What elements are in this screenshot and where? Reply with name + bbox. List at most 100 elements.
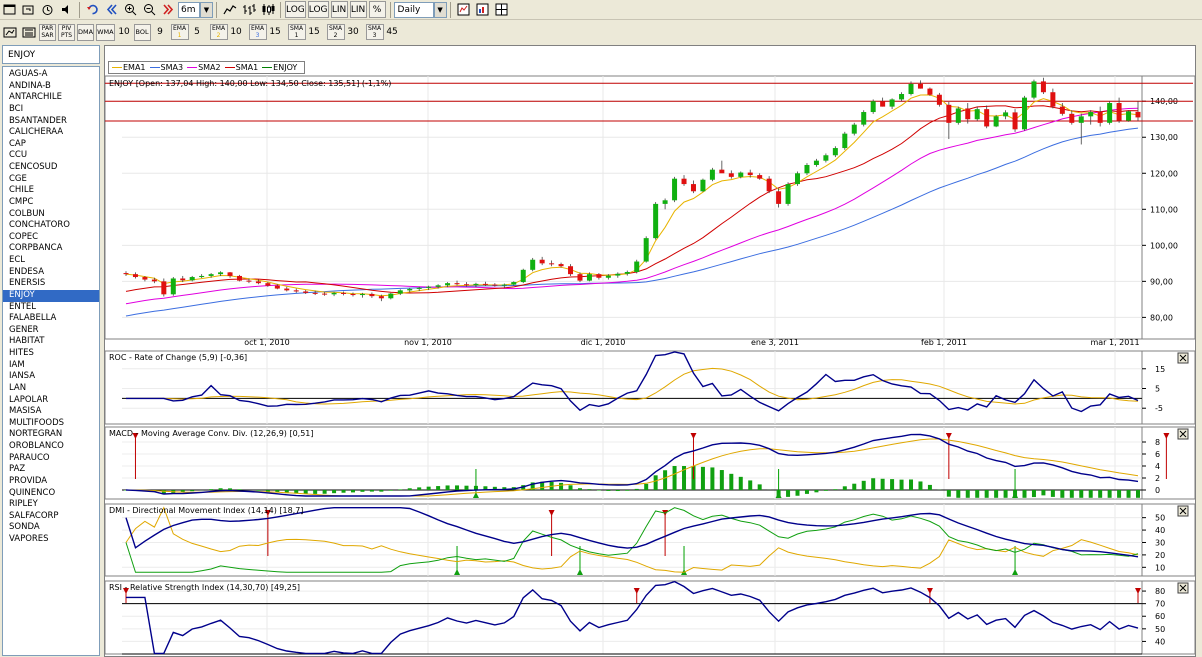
- symbol-item[interactable]: ENTEL: [3, 302, 99, 314]
- symbol-item[interactable]: NORTEGRAN: [3, 429, 99, 441]
- symbol-item[interactable]: CHILE: [3, 185, 99, 197]
- symbol-item[interactable]: MASISA: [3, 406, 99, 418]
- symbol-item[interactable]: LAPOLAR: [3, 395, 99, 407]
- dma-button[interactable]: DMA: [77, 23, 95, 41]
- refresh-icon[interactable]: [84, 1, 101, 18]
- bol-value[interactable]: 9: [152, 27, 169, 37]
- grid-toggle-icon[interactable]: [493, 1, 510, 18]
- symbol-item[interactable]: HABITAT: [3, 336, 99, 348]
- candle-body: [908, 83, 914, 95]
- symbol-item[interactable]: CONCHATORO: [3, 220, 99, 232]
- zoom-in-icon[interactable]: [122, 1, 139, 18]
- scroll-left-icon[interactable]: [103, 1, 120, 18]
- percent-scale-button[interactable]: %: [368, 1, 386, 18]
- symbol-item[interactable]: SONDA: [3, 522, 99, 534]
- period-input[interactable]: 6m: [178, 1, 200, 18]
- open-file-icon[interactable]: [20, 1, 37, 18]
- symbol-item[interactable]: IAM: [3, 360, 99, 372]
- symbol-item[interactable]: ENDESA: [3, 267, 99, 279]
- symbol-item[interactable]: AGUAS-A: [3, 69, 99, 81]
- scroll-right-icon[interactable]: [160, 1, 177, 18]
- sma3-value[interactable]: 45: [384, 27, 401, 37]
- lin-scale-alt-button[interactable]: LIN: [349, 1, 367, 18]
- main-chart-title: ENJOY [Open: 137,04 High: 140,00 Low: 13…: [109, 79, 391, 88]
- macd-histogram-bar: [388, 490, 393, 491]
- symbol-item[interactable]: ENJOY: [3, 289, 99, 302]
- symbol-item[interactable]: BCI: [3, 104, 99, 116]
- par-sar-button[interactable]: PAR SAR: [39, 23, 56, 41]
- macd-histogram-bar: [852, 483, 857, 490]
- symbol-item[interactable]: CAP: [3, 139, 99, 151]
- zoom-out-icon[interactable]: [141, 1, 158, 18]
- symbol-item[interactable]: RIPLEY: [3, 499, 99, 511]
- symbol-item[interactable]: PROVIDA: [3, 476, 99, 488]
- ema3-button[interactable]: EMA 3: [248, 24, 267, 40]
- symbol-item[interactable]: COPEC: [3, 232, 99, 244]
- symbol-item[interactable]: CALICHERAA: [3, 127, 99, 139]
- macd-histogram-bar: [625, 490, 630, 491]
- bar-chart-icon[interactable]: [240, 1, 257, 18]
- sma1-value[interactable]: 15: [306, 27, 323, 37]
- chart-color-icon[interactable]: [474, 1, 491, 18]
- piv-pts-button[interactable]: PIV PTS: [58, 23, 75, 41]
- chart-settings-icon[interactable]: [455, 1, 472, 18]
- symbol-item[interactable]: PAZ: [3, 464, 99, 476]
- symbol-item[interactable]: SALFACORP: [3, 511, 99, 523]
- symbol-item[interactable]: IANSA: [3, 371, 99, 383]
- toolbar-separator: [216, 1, 217, 18]
- ema1-value[interactable]: 5: [189, 27, 206, 37]
- symbol-item[interactable]: CENCOSUD: [3, 162, 99, 174]
- sma3-button[interactable]: SMA 3: [365, 24, 384, 40]
- symbol-item[interactable]: CORPBANCA: [3, 243, 99, 255]
- interval-dropdown-icon[interactable]: ▼: [433, 1, 447, 18]
- lin-scale-button[interactable]: LIN: [330, 1, 348, 18]
- symbol-item[interactable]: HITES: [3, 348, 99, 360]
- macd-histogram-bar: [606, 490, 611, 491]
- symbol-input[interactable]: ENJOY: [2, 45, 100, 64]
- ema2-button[interactable]: EMA 2: [209, 24, 228, 40]
- interval-select[interactable]: Daily: [393, 1, 434, 18]
- sma1-button[interactable]: SMA 1: [287, 24, 306, 40]
- symbol-item[interactable]: MULTIFOODS: [3, 418, 99, 430]
- ema1-button[interactable]: EMA 1: [170, 24, 189, 40]
- ema3-value[interactable]: 15: [267, 27, 284, 37]
- symbol-item[interactable]: GENER: [3, 325, 99, 337]
- chart-canvas[interactable]: 80,0090,00100,00110,00120,00130,00140,00…: [105, 46, 1195, 656]
- symbol-item[interactable]: FALABELLA: [3, 313, 99, 325]
- symbol-item[interactable]: PARAUCO: [3, 453, 99, 465]
- symbol-item[interactable]: VAPORES: [3, 534, 99, 546]
- draw-tool-icon[interactable]: [1, 24, 18, 41]
- chart-window-icon[interactable]: [1, 1, 18, 18]
- symbol-item[interactable]: ENERSIS: [3, 278, 99, 290]
- ema2-value[interactable]: 10: [228, 27, 245, 37]
- wma-button[interactable]: WMA: [96, 23, 115, 41]
- alarm-icon[interactable]: [39, 1, 56, 18]
- sma2-value[interactable]: 30: [345, 27, 362, 37]
- legend-item: EMA1: [112, 63, 146, 72]
- symbol-item[interactable]: ANTARCHILE: [3, 92, 99, 104]
- candle-chart-icon[interactable]: [259, 1, 276, 18]
- symbol-item[interactable]: CGE: [3, 174, 99, 186]
- symbol-item[interactable]: LAN: [3, 383, 99, 395]
- chart-area[interactable]: 80,00 90,00 100,00 110,00 120,00 130,00 140,00…: [104, 45, 1196, 657]
- symbol-item[interactable]: COLBUN: [3, 209, 99, 221]
- log-scale-alt-button[interactable]: LOG: [307, 1, 329, 18]
- sma2-button[interactable]: SMA 2: [326, 24, 345, 40]
- wma-value[interactable]: 10: [116, 27, 133, 37]
- symbol-item[interactable]: ECL: [3, 255, 99, 267]
- symbol-item[interactable]: QUINENCO: [3, 488, 99, 500]
- symbol-item[interactable]: OROBLANCO: [3, 441, 99, 453]
- symbol-list[interactable]: AGUAS-A ANDINA-B ANTARCHILE BCI BSANTANDER CA…: [2, 66, 100, 656]
- line-chart-icon[interactable]: [221, 1, 238, 18]
- log-scale-button[interactable]: LOG: [285, 1, 306, 18]
- candle-body: [350, 293, 356, 296]
- symbol-item[interactable]: CMPC: [3, 197, 99, 209]
- period-dropdown-icon[interactable]: ▼: [200, 1, 213, 18]
- fibonacci-icon[interactable]: [20, 24, 37, 41]
- sound-icon[interactable]: [58, 1, 75, 18]
- bol-button[interactable]: BOL: [133, 23, 151, 41]
- legend-swatch: [262, 67, 273, 68]
- symbol-item[interactable]: BSANTANDER: [3, 116, 99, 128]
- symbol-item[interactable]: ANDINA-B: [3, 81, 99, 93]
- symbol-item[interactable]: CCU: [3, 150, 99, 162]
